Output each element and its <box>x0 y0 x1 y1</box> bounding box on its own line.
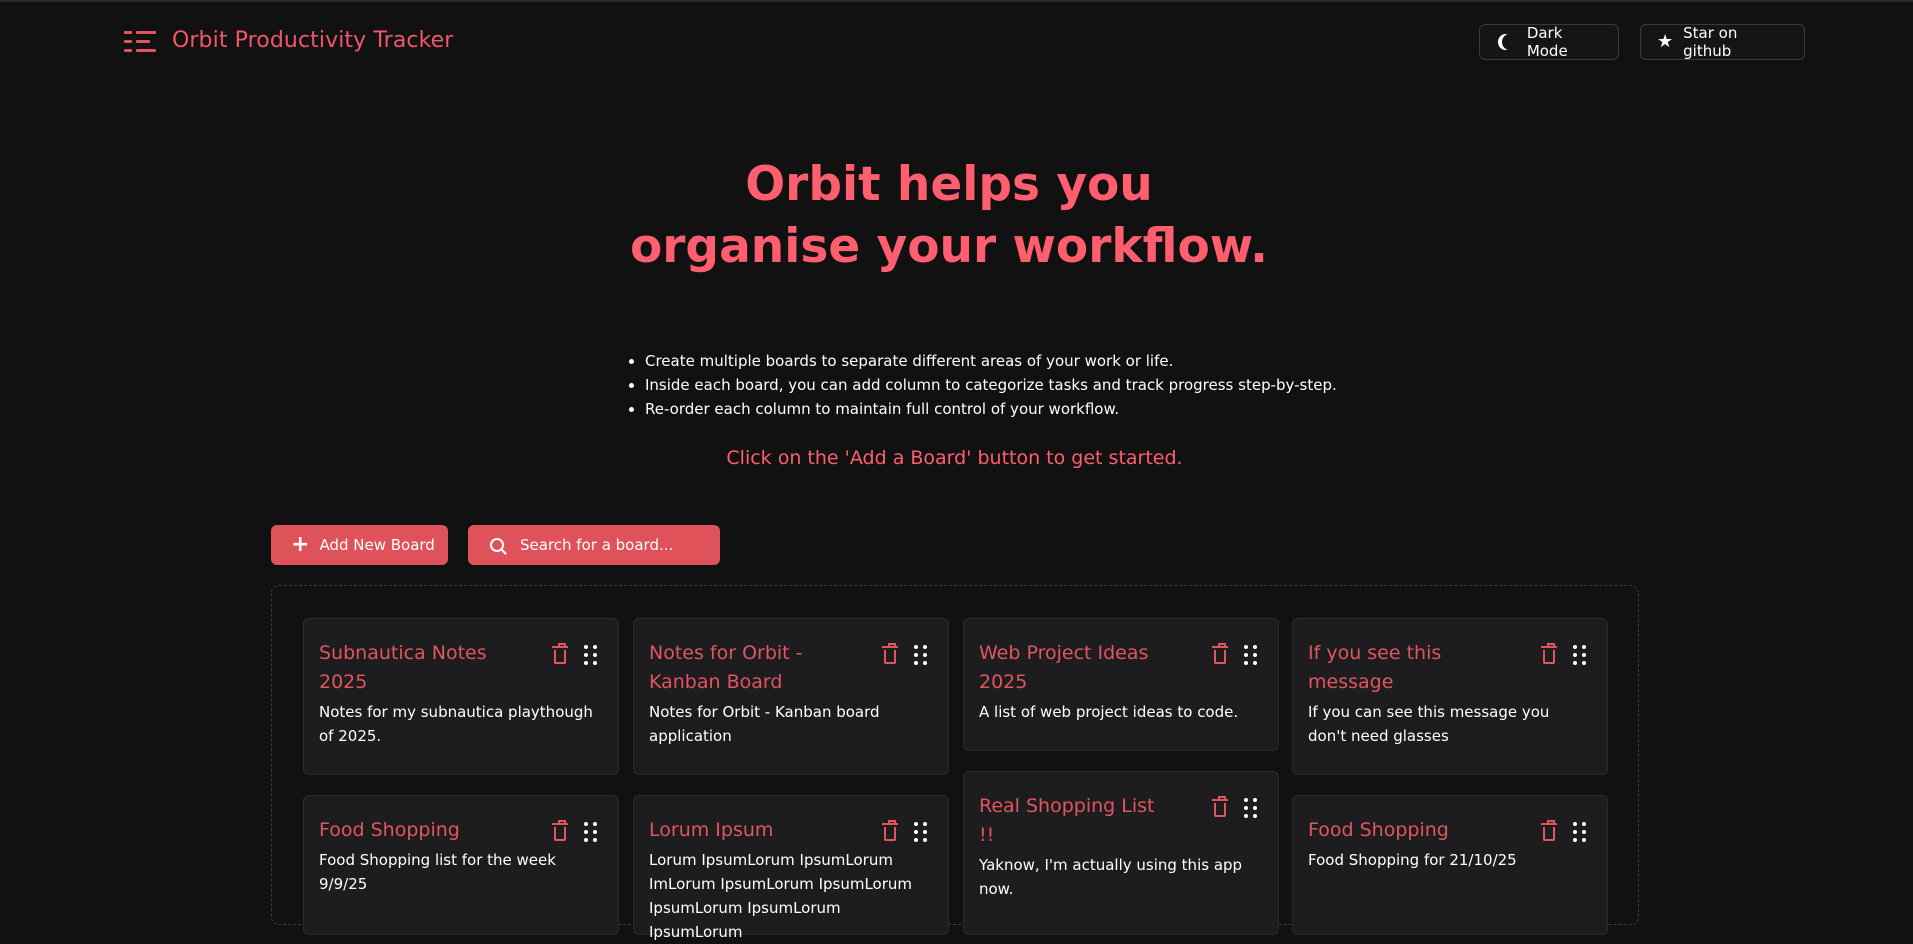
list-icon <box>124 29 156 53</box>
trash-icon[interactable] <box>1212 643 1228 664</box>
grip-icon[interactable] <box>584 645 597 665</box>
add-new-board-button[interactable]: + Add New Board <box>271 525 448 565</box>
grip-icon[interactable] <box>1573 822 1586 842</box>
board-title: If you see this message <box>1308 642 1442 693</box>
board-card[interactable]: Food Shopping Food Shopping for 21/10/25 <box>1292 795 1608 935</box>
trash-icon[interactable] <box>1541 643 1557 664</box>
moon-icon <box>1502 34 1517 50</box>
feature-item: Create multiple boards to separate diffe… <box>645 349 1337 373</box>
trash-icon[interactable] <box>882 643 898 664</box>
board-card[interactable]: Web Project Ideas 2025 A list of web pro… <box>963 618 1279 751</box>
trash-icon[interactable] <box>552 643 568 664</box>
board-title: Web Project Ideas 2025 <box>979 642 1149 693</box>
brand-title: Orbit Productivity Tracker <box>172 28 454 53</box>
feature-item: Re-order each column to maintain full co… <box>645 397 1337 421</box>
plus-icon: + <box>291 532 310 557</box>
grip-icon[interactable] <box>914 645 927 665</box>
trash-icon[interactable] <box>1212 796 1228 817</box>
board-description: Food Shopping for 21/10/25 <box>1308 851 1517 869</box>
dark-mode-button[interactable]: Dark Mode <box>1479 24 1619 60</box>
star-on-github-button[interactable]: ★ Star on github <box>1640 24 1805 60</box>
search-label: Search for a board... <box>520 536 674 554</box>
hero-line-2: organise your workflow. <box>629 219 1269 274</box>
search-icon <box>490 538 504 552</box>
board-description: Lorum IpsumLorum IpsumLorum ImLorum Ipsu… <box>649 851 912 941</box>
hero-line-1: Orbit helps you <box>745 157 1153 212</box>
brand[interactable]: Orbit Productivity Tracker <box>124 28 453 53</box>
star-icon: ★ <box>1657 31 1674 52</box>
add-board-label: Add New Board <box>319 536 435 554</box>
grip-icon[interactable] <box>1244 645 1257 665</box>
board-card[interactable]: Food Shopping Food Shopping list for the… <box>303 795 619 935</box>
board-description: Notes for my subnautica playthough of 20… <box>319 703 593 745</box>
feature-list: Create multiple boards to separate diffe… <box>621 349 1337 421</box>
board-card[interactable]: If you see this message If you can see t… <box>1292 618 1608 775</box>
trash-icon[interactable] <box>552 820 568 841</box>
board-card[interactable]: Real Shopping List !! Yaknow, I'm actual… <box>963 771 1279 935</box>
github-label: Star on github <box>1683 24 1738 60</box>
grip-icon[interactable] <box>1244 798 1257 818</box>
board-description: If you can see this message you don't ne… <box>1308 703 1550 745</box>
board-card[interactable]: Subnautica Notes 2025 Notes for my subna… <box>303 618 619 775</box>
call-to-action: Click on the 'Add a Board' button to get… <box>726 447 1183 469</box>
feature-item: Inside each board, you can add column to… <box>645 373 1337 397</box>
grip-icon[interactable] <box>914 822 927 842</box>
board-title: Real Shopping List !! <box>979 795 1155 846</box>
board-title: Notes for Orbit - Kanban Board <box>649 642 803 693</box>
dark-mode-label: Dark Mode <box>1526 24 1568 60</box>
board-title: Lorum Ipsum <box>649 819 774 841</box>
board-description: Notes for Orbit - Kanban board applicati… <box>649 703 880 745</box>
trash-icon[interactable] <box>1541 820 1557 841</box>
board-description: Food Shopping list for the week 9/9/25 <box>319 851 556 893</box>
hero-heading: Orbit helps you organise your workflow. <box>0 154 1898 278</box>
grip-icon[interactable] <box>1573 645 1586 665</box>
board-title: Subnautica Notes 2025 <box>319 642 487 693</box>
board-description: A list of web project ideas to code. <box>979 703 1239 721</box>
board-card[interactable]: Lorum Ipsum Lorum IpsumLorum IpsumLorum … <box>633 795 949 941</box>
board-grid: Subnautica Notes 2025 Notes for my subna… <box>271 585 1639 941</box>
grip-icon[interactable] <box>584 822 597 842</box>
trash-icon[interactable] <box>882 820 898 841</box>
board-card[interactable]: Notes for Orbit - Kanban Board Notes for… <box>633 618 949 775</box>
search-board-button[interactable]: Search for a board... <box>468 525 720 565</box>
board-description: Yaknow, I'm actually using this app now. <box>979 856 1243 898</box>
board-title: Food Shopping <box>319 819 460 841</box>
board-title: Food Shopping <box>1308 819 1449 841</box>
window-top-border <box>0 0 1913 2</box>
